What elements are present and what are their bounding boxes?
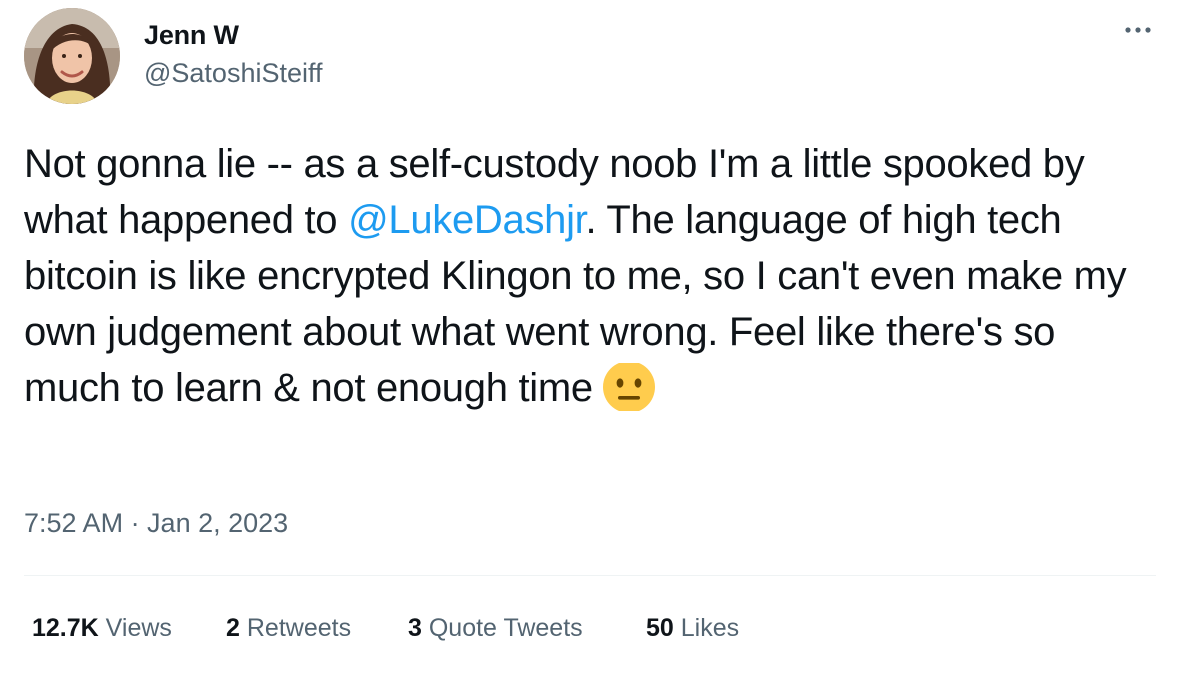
- avatar-photo: [24, 8, 120, 104]
- retweets-stat[interactable]: 2 Retweets: [226, 614, 351, 643]
- quote-tweets-stat[interactable]: 3 Quote Tweets: [408, 614, 583, 643]
- author-name[interactable]: Jenn W: [144, 20, 239, 51]
- mention-link[interactable]: @LukeDashjr: [348, 198, 586, 242]
- views-label: Views: [105, 614, 172, 642]
- retweets-count: 2: [226, 614, 240, 642]
- retweets-label: Retweets: [246, 614, 352, 642]
- tweet-timestamp[interactable]: 7:52 AM · Jan 2, 2023: [24, 508, 288, 539]
- views-stat[interactable]: 12.7K Views: [32, 614, 172, 643]
- neutral-face-icon: [601, 363, 657, 411]
- quote-tweets-count: 3: [408, 614, 422, 642]
- avatar[interactable]: [24, 8, 120, 104]
- tweet-text: Not gonna lie -- as a self-custody noob …: [24, 136, 1160, 416]
- likes-stat[interactable]: 50 Likes: [646, 614, 739, 643]
- divider: [24, 575, 1156, 576]
- quote-tweets-label: Quote Tweets: [428, 614, 583, 642]
- views-count: 12.7K: [32, 614, 99, 642]
- likes-label: Likes: [680, 614, 740, 642]
- more-options-icon[interactable]: [1120, 20, 1156, 40]
- tweet-card: Jenn W @SatoshiSteiff Not gonna lie -- a…: [0, 0, 1184, 678]
- likes-count: 50: [646, 614, 674, 642]
- author-handle[interactable]: @SatoshiSteiff: [144, 58, 323, 89]
